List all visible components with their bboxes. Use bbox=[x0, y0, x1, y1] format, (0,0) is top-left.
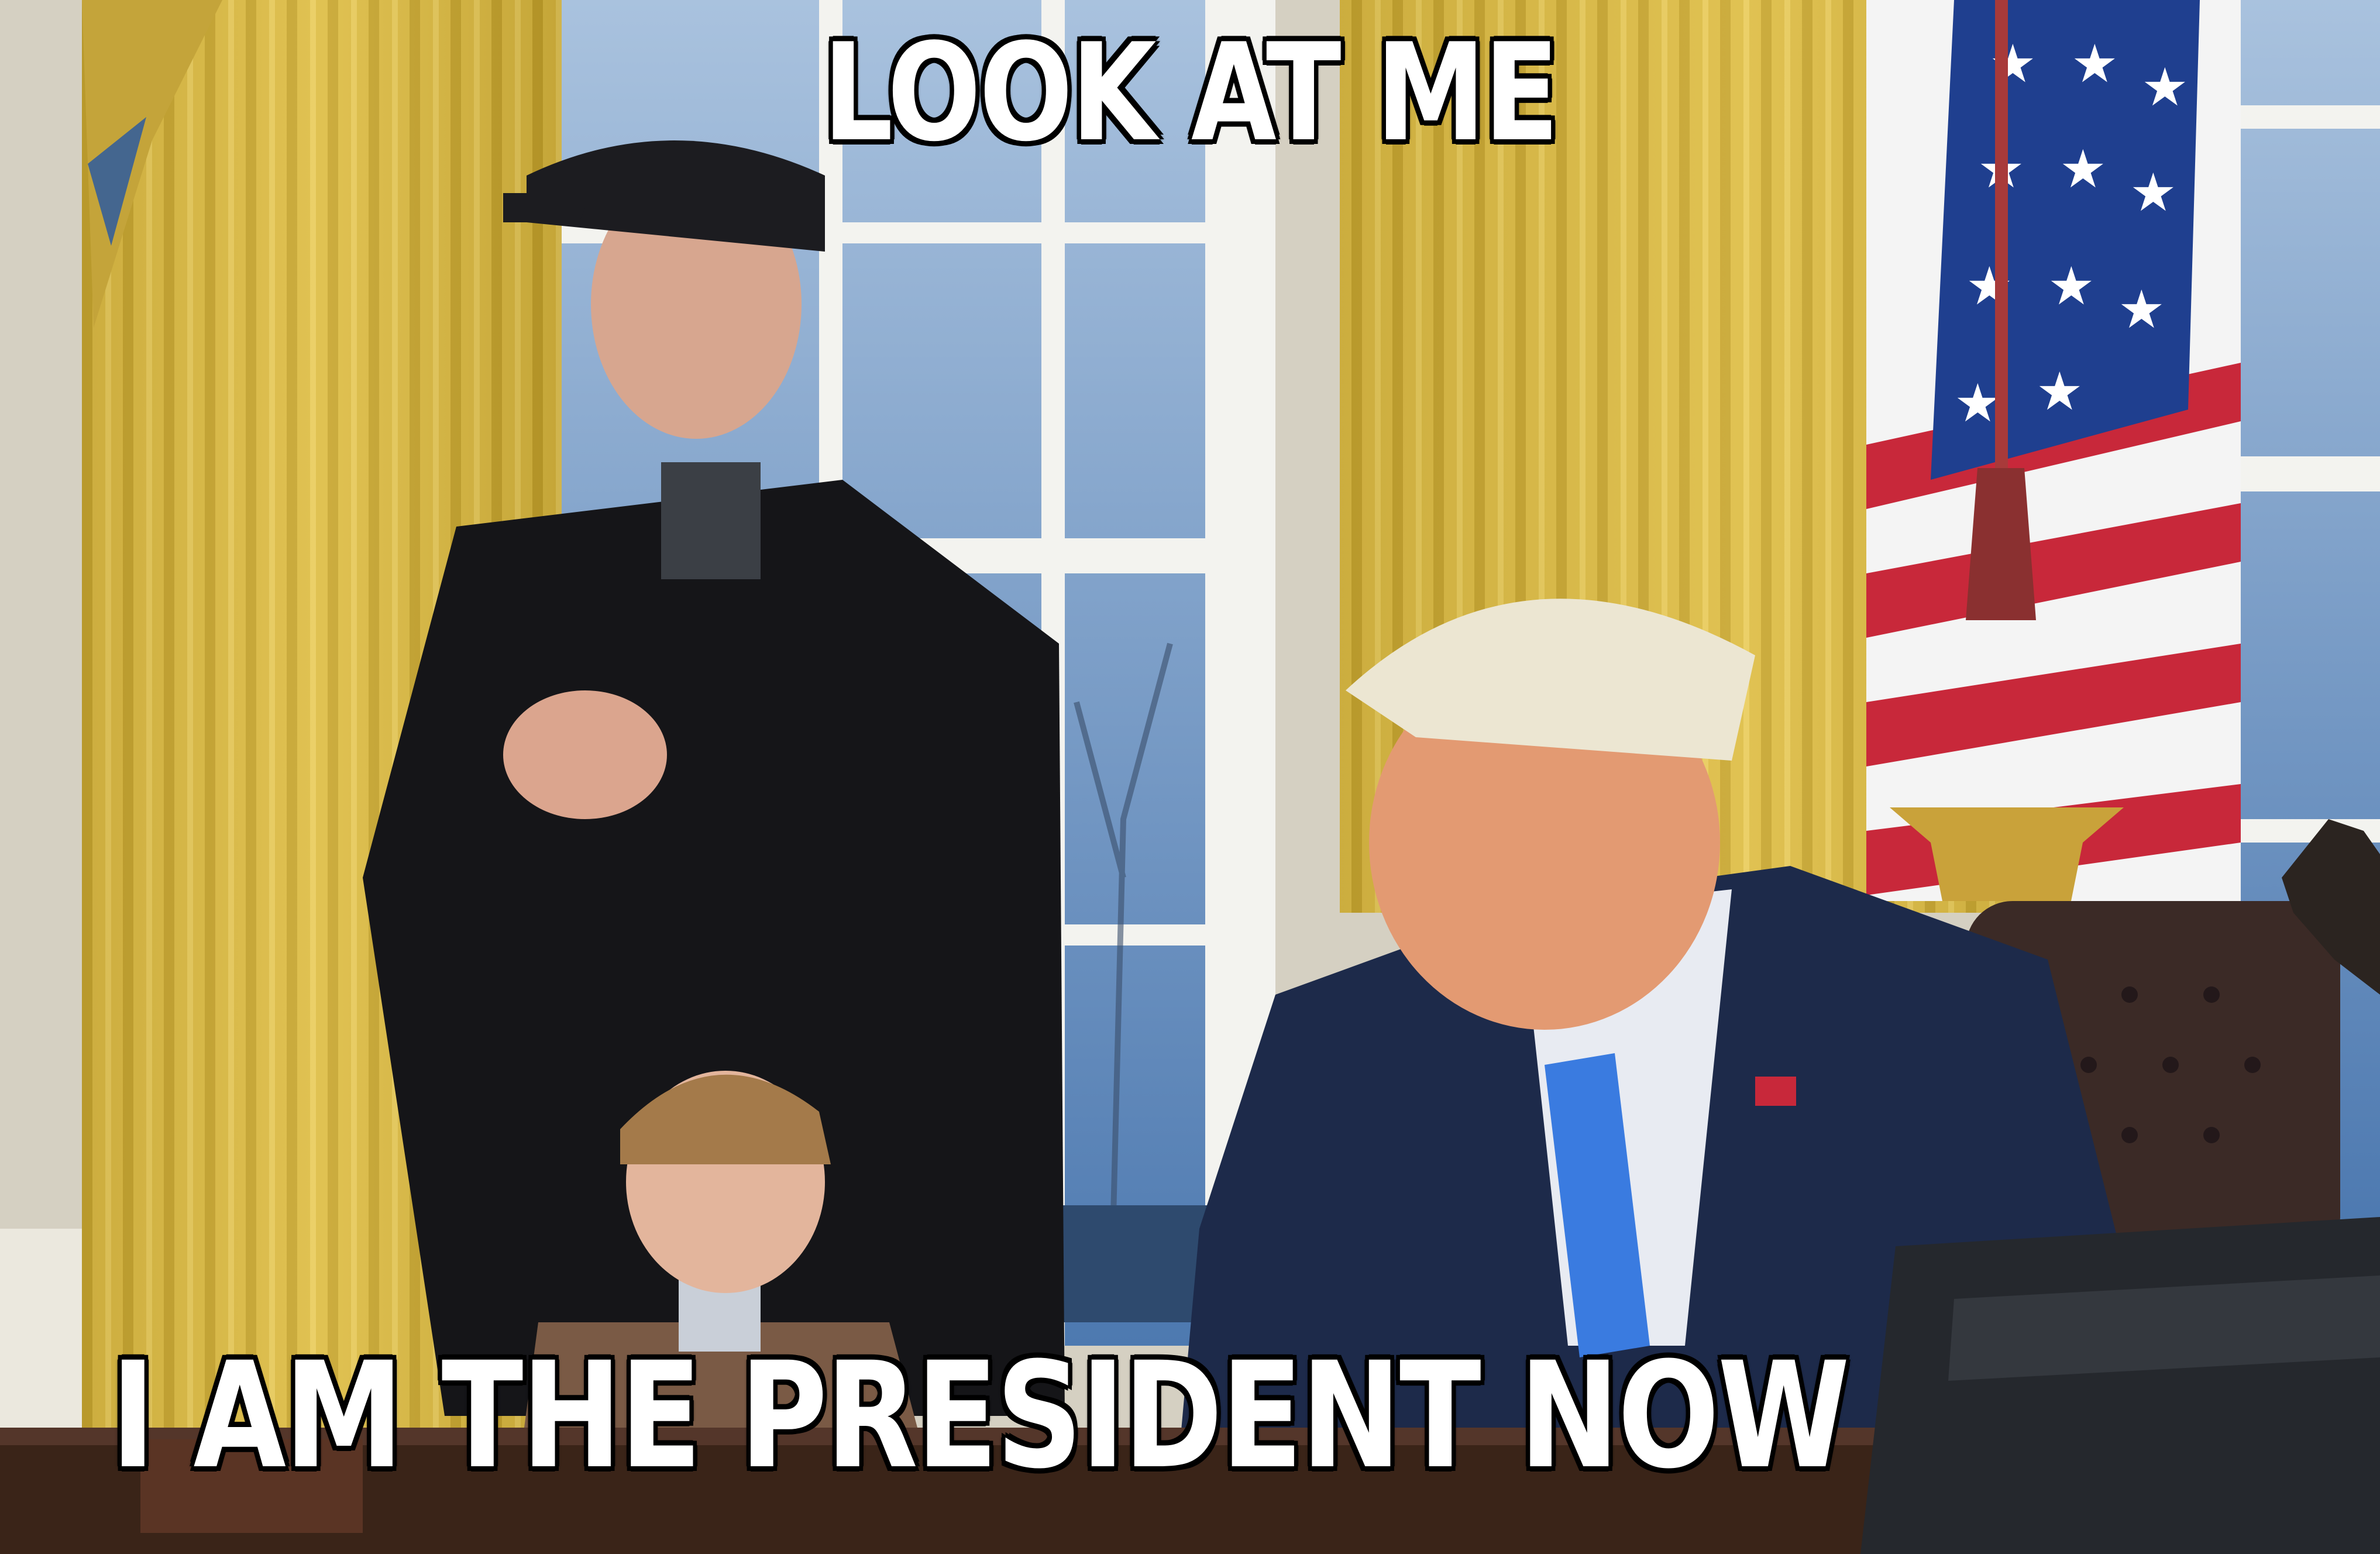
svg-text:★: ★ bbox=[1954, 373, 2001, 434]
meme-image: ★★★ ★★★ ★★★ ★★ bbox=[0, 0, 2380, 1554]
svg-text:★: ★ bbox=[2130, 162, 2177, 224]
svg-text:★: ★ bbox=[2048, 256, 2095, 317]
office-scene-illustration: ★★★ ★★★ ★★★ ★★ bbox=[0, 0, 2380, 1554]
caption-bottom: I AM THE PRESIDENT NOW bbox=[111, 1330, 1850, 1501]
svg-text:★: ★ bbox=[2118, 279, 2165, 341]
caption-top: LOOK AT ME bbox=[823, 15, 1559, 171]
svg-text:★: ★ bbox=[2036, 361, 2083, 422]
